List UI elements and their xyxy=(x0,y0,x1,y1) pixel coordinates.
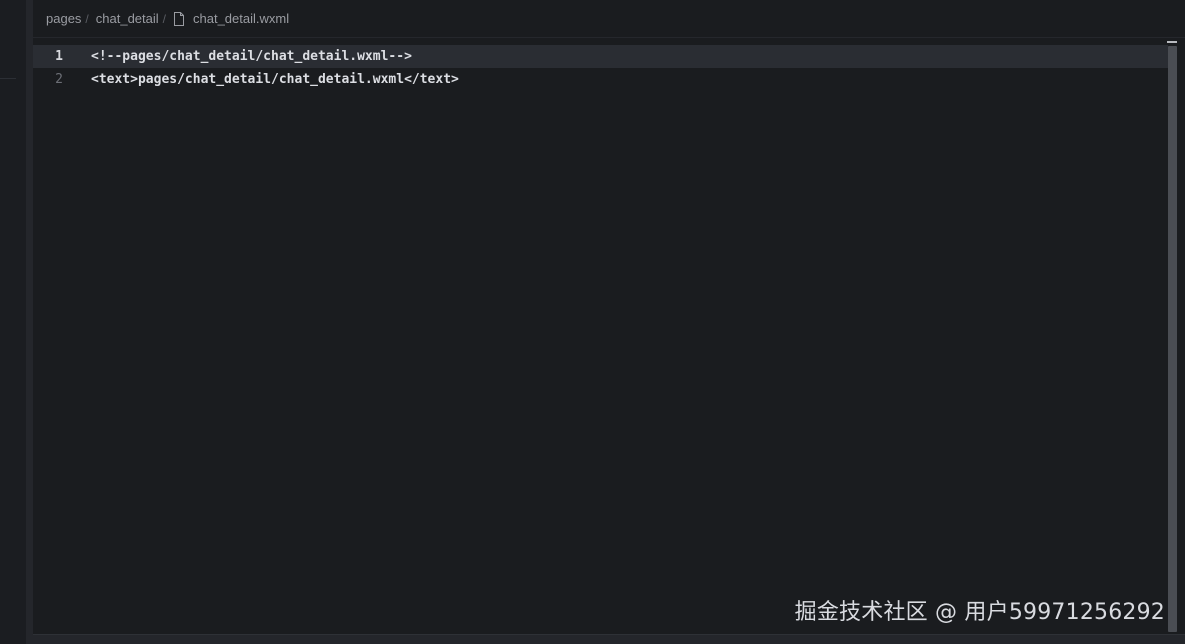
breadcrumb-item-file[interactable]: chat_detail.wxml xyxy=(193,11,289,26)
line-text[interactable]: <text>pages/chat_detail/chat_detail.wxml… xyxy=(91,68,459,91)
app-window: pages / chat_detail / chat_detail.wxml 1… xyxy=(0,0,1185,644)
breadcrumb-separator: / xyxy=(162,11,166,26)
line-text[interactable]: <!--pages/chat_detail/chat_detail.wxml--… xyxy=(91,45,412,68)
breadcrumb: pages / chat_detail / chat_detail.wxml xyxy=(33,0,1185,38)
left-sidebar-strip xyxy=(0,0,26,644)
watermark: 掘金技术社区 @ 用户59971256292 xyxy=(794,600,1165,625)
editor-panel: pages / chat_detail / chat_detail.wxml 1… xyxy=(33,0,1185,634)
line-number: 1 xyxy=(55,49,63,64)
code-line[interactable]: 1 <!--pages/chat_detail/chat_detail.wxml… xyxy=(33,45,1178,68)
breadcrumb-item-chat-detail[interactable]: chat_detail xyxy=(96,11,159,26)
bottom-panel-edge[interactable] xyxy=(33,634,1185,644)
scrollbar-position-marker xyxy=(1167,41,1177,43)
panel-resize-handle[interactable] xyxy=(26,0,33,644)
line-number: 2 xyxy=(55,72,63,87)
breadcrumb-item-pages[interactable]: pages xyxy=(46,11,81,26)
breadcrumb-separator: / xyxy=(85,11,89,26)
sidebar-divider xyxy=(0,78,16,79)
code-line[interactable]: 2 <text>pages/chat_detail/chat_detail.wx… xyxy=(33,68,1178,91)
vertical-scrollbar-thumb[interactable] xyxy=(1168,46,1177,632)
file-icon xyxy=(173,11,185,26)
code-editor[interactable]: 1 <!--pages/chat_detail/chat_detail.wxml… xyxy=(33,38,1185,634)
